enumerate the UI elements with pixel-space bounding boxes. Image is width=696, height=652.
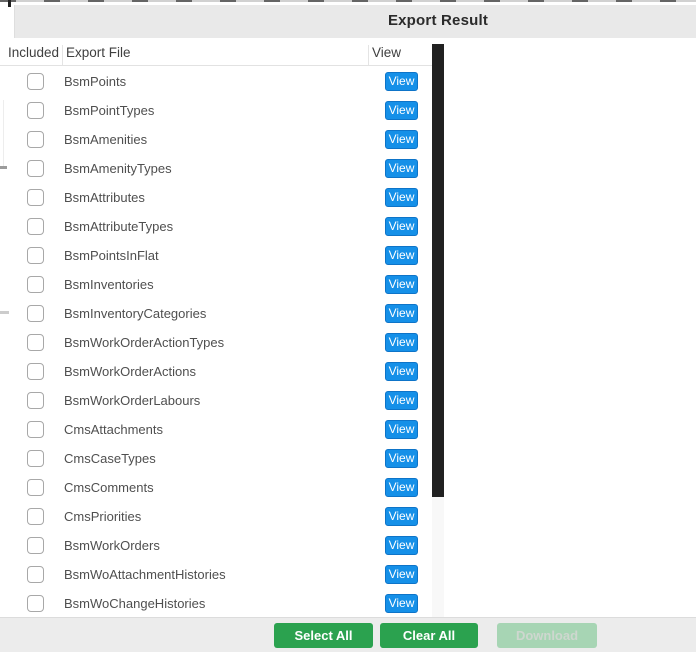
dialog-footer: Select All Clear All Download <box>0 617 696 652</box>
export-file-name: CmsAttachments <box>64 422 163 437</box>
table-row: BsmAttributes View <box>0 183 432 212</box>
export-file-name: BsmWorkOrderActionTypes <box>64 335 225 350</box>
table-row: BsmWorkOrders View <box>0 531 432 560</box>
included-checkbox[interactable] <box>27 508 44 525</box>
table-row: BsmWorkOrderLabours View <box>0 386 432 415</box>
export-file-name: BsmAttributes <box>64 190 145 205</box>
view-button[interactable]: View <box>385 130 418 149</box>
table-row: BsmAmenityTypes View <box>0 154 432 183</box>
included-checkbox[interactable] <box>27 276 44 293</box>
included-checkbox[interactable] <box>27 334 44 351</box>
table-row: BsmWoChangeHistories View <box>0 589 432 618</box>
download-button[interactable]: Download <box>497 623 597 648</box>
export-file-name: BsmInventories <box>64 277 154 292</box>
export-file-name: BsmAttributeTypes <box>64 219 174 234</box>
view-button[interactable]: View <box>385 72 418 91</box>
view-button[interactable]: View <box>385 275 418 294</box>
export-file-list: BsmPoints View BsmPointTypes View BsmAme… <box>0 67 432 619</box>
table-row: BsmPoints View <box>0 67 432 96</box>
clear-all-button[interactable]: Clear All <box>380 623 478 648</box>
scrollbar-track[interactable] <box>432 44 444 617</box>
export-file-name: BsmAmenities <box>64 132 148 147</box>
included-checkbox[interactable] <box>27 73 44 90</box>
included-checkbox[interactable] <box>27 566 44 583</box>
dialog-titlebar: Export Result <box>14 5 696 38</box>
included-checkbox[interactable] <box>27 595 44 612</box>
export-file-name: BsmWorkOrderActions <box>64 364 196 379</box>
view-button[interactable]: View <box>385 362 418 381</box>
table-row: BsmAttributeTypes View <box>0 212 432 241</box>
column-header-view: View <box>372 45 402 60</box>
export-file-name: BsmInventoryCategories <box>64 306 207 321</box>
column-header-included: Included <box>8 45 60 60</box>
export-file-name: BsmWorkOrderLabours <box>64 393 201 408</box>
view-button[interactable]: View <box>385 159 418 178</box>
view-button[interactable]: View <box>385 507 418 526</box>
view-button[interactable]: View <box>385 536 418 555</box>
included-checkbox[interactable] <box>27 102 44 119</box>
column-separator <box>62 45 63 65</box>
table-header: Included Export File View <box>0 44 432 66</box>
column-separator <box>368 45 369 65</box>
table-row: BsmAmenities View <box>0 125 432 154</box>
included-checkbox[interactable] <box>27 421 44 438</box>
view-button[interactable]: View <box>385 101 418 120</box>
export-result-dialog: Export Result Included Export File View … <box>0 0 696 652</box>
export-file-name: BsmAmenityTypes <box>64 161 172 176</box>
table-row: BsmWorkOrderActionTypes View <box>0 328 432 357</box>
scrollbar-thumb[interactable] <box>432 44 444 497</box>
window-top-edge-artifact <box>0 0 696 2</box>
table-row: BsmPointsInFlat View <box>0 241 432 270</box>
table-row: CmsPriorities View <box>0 502 432 531</box>
table-row: CmsComments View <box>0 473 432 502</box>
included-checkbox[interactable] <box>27 537 44 554</box>
included-checkbox[interactable] <box>27 247 44 264</box>
view-button[interactable]: View <box>385 246 418 265</box>
view-button[interactable]: View <box>385 304 418 323</box>
table-row: BsmWoAttachmentHistories View <box>0 560 432 589</box>
included-checkbox[interactable] <box>27 218 44 235</box>
view-button[interactable]: View <box>385 188 418 207</box>
select-all-button[interactable]: Select All <box>274 623 373 648</box>
included-checkbox[interactable] <box>27 392 44 409</box>
export-file-name: BsmPointTypes <box>64 103 155 118</box>
included-checkbox[interactable] <box>27 305 44 322</box>
window-corner-artifact <box>8 0 11 7</box>
export-file-name: BsmPoints <box>64 74 127 89</box>
export-file-name: CmsPriorities <box>64 509 142 524</box>
included-checkbox[interactable] <box>27 450 44 467</box>
included-checkbox[interactable] <box>27 189 44 206</box>
table-row: CmsAttachments View <box>0 415 432 444</box>
view-button[interactable]: View <box>385 333 418 352</box>
table-row: BsmPointTypes View <box>0 96 432 125</box>
column-header-export-file: Export File <box>66 45 131 60</box>
view-button[interactable]: View <box>385 391 418 410</box>
dialog-title: Export Result <box>387 12 489 29</box>
table-row: CmsCaseTypes View <box>0 444 432 473</box>
export-file-name: CmsCaseTypes <box>64 451 156 466</box>
included-checkbox[interactable] <box>27 479 44 496</box>
included-checkbox[interactable] <box>27 131 44 148</box>
view-button[interactable]: View <box>385 217 418 236</box>
view-button[interactable]: View <box>385 449 418 468</box>
table-row: BsmInventories View <box>0 270 432 299</box>
view-button[interactable]: View <box>385 478 418 497</box>
view-button[interactable]: View <box>385 594 418 613</box>
included-checkbox[interactable] <box>27 160 44 177</box>
export-file-name: BsmWoChangeHistories <box>64 596 206 611</box>
export-file-name: CmsComments <box>64 480 154 495</box>
included-checkbox[interactable] <box>27 363 44 380</box>
table-row: BsmWorkOrderActions View <box>0 357 432 386</box>
export-file-name: BsmWorkOrders <box>64 538 160 553</box>
view-button[interactable]: View <box>385 420 418 439</box>
export-file-name: BsmWoAttachmentHistories <box>64 567 226 582</box>
export-file-name: BsmPointsInFlat <box>64 248 159 263</box>
view-button[interactable]: View <box>385 565 418 584</box>
table-row: BsmInventoryCategories View <box>0 299 432 328</box>
